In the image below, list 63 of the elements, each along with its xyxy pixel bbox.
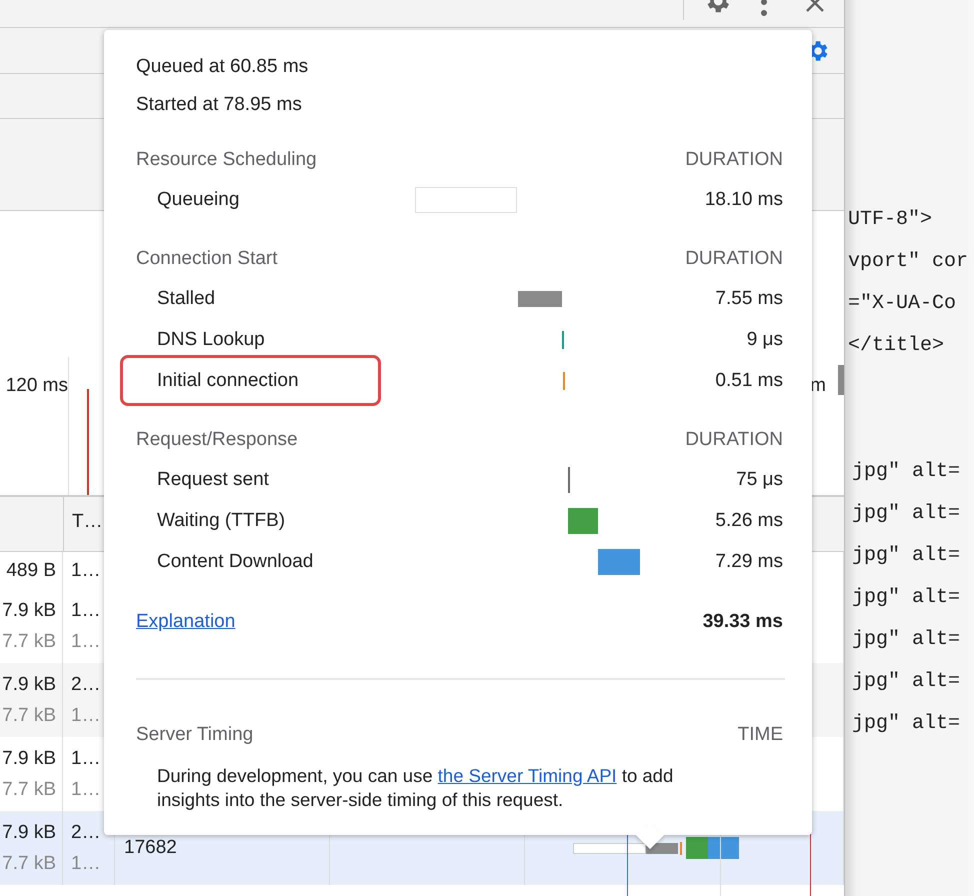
total-duration: 39.33 ms	[702, 611, 783, 633]
duration-value: 9 μs	[746, 328, 783, 350]
timing-bar	[598, 548, 640, 574]
duration-value: 7.55 ms	[714, 288, 783, 310]
timing-label: Request sent	[157, 468, 270, 490]
code-line: UTF-8">	[848, 207, 934, 233]
duration-value: 0.51 ms	[714, 370, 783, 392]
section-title: Connection Start	[136, 248, 278, 270]
size-text: 7.7 kB	[2, 630, 56, 652]
section-title: Resource Scheduling	[136, 149, 317, 171]
cell-text: 2…	[71, 674, 102, 696]
size-text: 7.9 kB	[2, 600, 56, 622]
section-title: Request/Response	[136, 429, 298, 451]
timing-label: Initial connection	[157, 370, 300, 392]
column-label: DURATION	[685, 429, 783, 451]
timing-bar	[518, 290, 562, 306]
cell-text: 17682	[124, 837, 178, 859]
cell-text: 1…	[71, 778, 102, 800]
tick-label: 120 ms	[6, 375, 68, 396]
section-title: Server Timing	[136, 724, 254, 746]
size-text: 7.9 kB	[2, 822, 56, 844]
server-timing-description: During development, you can use the Server Timing API to add insights into the server-side timing of this request.	[157, 764, 674, 812]
size-text: 7.9 kB	[2, 748, 56, 770]
timing-bar	[568, 508, 598, 534]
queued-text: Queued at 60.85 ms	[136, 55, 310, 79]
cell-text: 1…	[71, 600, 102, 622]
size-text: 7.7 kB	[2, 704, 56, 726]
code-line: jpg" alt=	[852, 543, 962, 569]
size-text: 7.7 kB	[2, 778, 56, 800]
code-line: jpg" alt=	[852, 711, 962, 737]
size-text: 7.9 kB	[2, 674, 56, 696]
cell-text: 2…	[71, 822, 102, 844]
code-line: jpg" alt=	[852, 627, 962, 653]
started-text: Started at 78.95 ms	[136, 93, 303, 117]
column-label: DURATION	[685, 149, 783, 171]
duration-value: 7.29 ms	[714, 550, 783, 572]
code-line: jpg" alt=	[852, 501, 962, 527]
cell-text: 1…	[71, 852, 102, 874]
column-label: TIME	[738, 724, 783, 746]
timing-label: DNS Lookup	[157, 328, 266, 350]
cell-text: 1…	[71, 748, 102, 770]
cell-text: 1…	[71, 560, 102, 582]
duration-value: 5.26 ms	[714, 510, 783, 532]
code-line: jpg" alt=	[852, 669, 962, 695]
scrollbar-thumb[interactable]	[838, 365, 844, 395]
cell-text: 1…	[71, 704, 102, 726]
cell-text: 1…	[71, 630, 102, 652]
code-line: ="X-UA-Co	[848, 291, 958, 317]
duration-value: 18.10 ms	[704, 188, 783, 210]
size-text: 489 B	[6, 560, 56, 582]
duration-value: 75 μs	[735, 468, 783, 490]
timing-label: Queueing	[157, 188, 240, 210]
explanation-link[interactable]: Explanation	[136, 611, 236, 633]
code-line: vport" cor	[848, 249, 970, 275]
timing-label: Stalled	[157, 288, 216, 310]
timing-label: Waiting (TTFB)	[157, 510, 286, 532]
code-line: </title>	[848, 333, 946, 359]
size-text: 7.7 kB	[2, 852, 56, 874]
timing-label: Content Download	[157, 550, 314, 572]
code-line: jpg" alt=	[852, 459, 962, 485]
column-label: DURATION	[685, 248, 783, 270]
server-timing-api-link[interactable]: the Server Timing API	[438, 765, 617, 786]
code-line: jpg" alt=	[852, 585, 962, 611]
